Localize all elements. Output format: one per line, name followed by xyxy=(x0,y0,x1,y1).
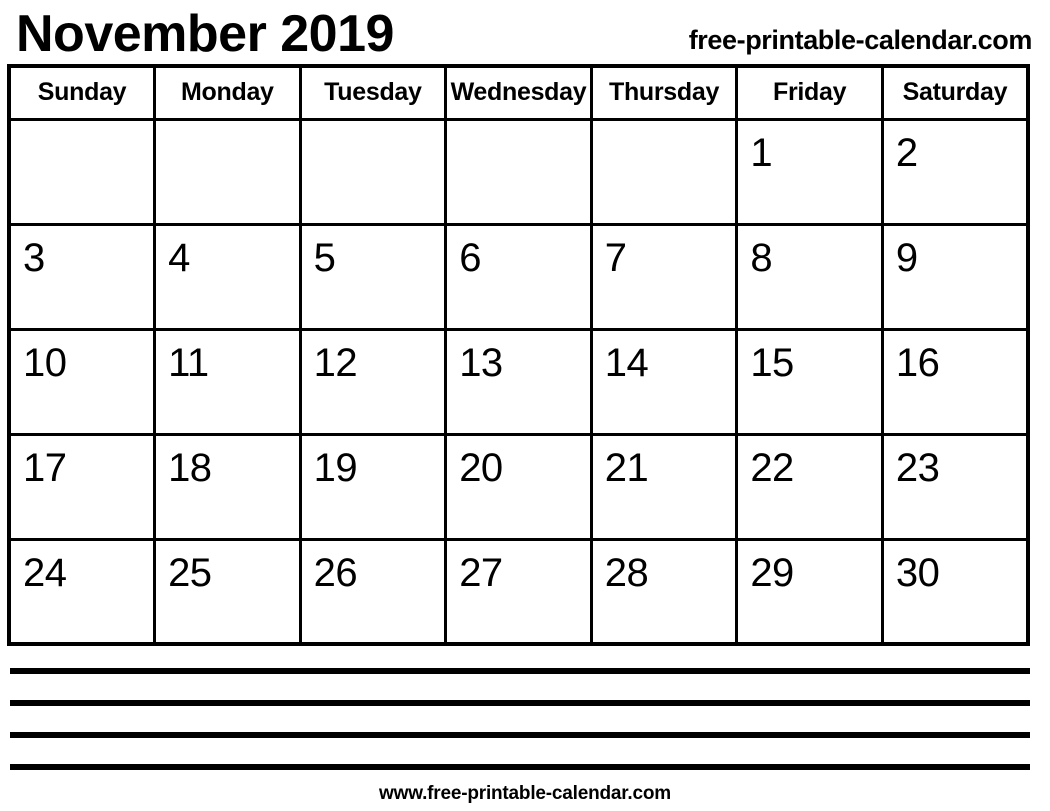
calendar-page: November 2019 free-printable-calendar.co… xyxy=(0,0,1050,811)
day-number: 14 xyxy=(604,340,649,385)
calendar-grid-wrapper: Sunday Monday Tuesday Wednesday Thursday… xyxy=(0,64,1050,646)
day-cell[interactable]: 30 xyxy=(880,537,1030,646)
day-number: 10 xyxy=(23,340,67,385)
note-line xyxy=(10,764,1030,770)
day-number: 16 xyxy=(895,340,940,385)
day-number: 18 xyxy=(168,445,212,490)
day-number: 30 xyxy=(895,550,940,595)
notes-area xyxy=(0,646,1050,770)
day-number: 28 xyxy=(604,550,649,595)
day-number: 21 xyxy=(604,445,649,490)
day-number: 15 xyxy=(750,340,794,385)
day-cell[interactable] xyxy=(153,117,302,226)
day-number: 2 xyxy=(895,130,918,175)
day-cell[interactable]: 13 xyxy=(444,327,593,436)
page-header: November 2019 free-printable-calendar.co… xyxy=(0,0,1050,64)
day-number: 9 xyxy=(895,235,918,280)
day-cell[interactable] xyxy=(7,117,157,226)
day-number: 20 xyxy=(459,445,503,490)
day-number: 26 xyxy=(313,550,358,595)
day-cell[interactable] xyxy=(444,117,593,226)
day-cell[interactable]: 29 xyxy=(735,537,884,646)
day-number: 24 xyxy=(23,550,67,595)
weekday-header-monday: Monday xyxy=(153,64,302,121)
day-cell[interactable]: 3 xyxy=(7,222,157,331)
day-number: 11 xyxy=(168,340,209,385)
day-number: 17 xyxy=(23,445,67,490)
day-cell[interactable]: 7 xyxy=(589,222,739,331)
weekday-header-thursday: Thursday xyxy=(589,64,739,121)
day-number: 4 xyxy=(168,235,190,280)
day-number: 6 xyxy=(459,235,481,280)
calendar-week-row: 1 2 xyxy=(7,117,1030,226)
day-cell[interactable] xyxy=(298,117,448,226)
day-cell[interactable]: 20 xyxy=(444,432,593,541)
note-line xyxy=(10,700,1030,706)
day-cell[interactable]: 10 xyxy=(7,327,157,436)
day-number: 12 xyxy=(313,340,358,385)
day-cell[interactable]: 15 xyxy=(735,327,884,436)
day-cell[interactable]: 19 xyxy=(298,432,448,541)
day-cell[interactable]: 6 xyxy=(444,222,593,331)
day-cell[interactable]: 1 xyxy=(735,117,884,226)
day-cell[interactable]: 17 xyxy=(7,432,157,541)
day-number: 22 xyxy=(750,445,794,490)
day-cell[interactable]: 24 xyxy=(7,537,157,646)
day-cell[interactable]: 14 xyxy=(589,327,739,436)
calendar-week-row: 3 4 5 6 7 8 9 xyxy=(7,222,1030,331)
calendar-body: 1 2 3 4 5 6 7 8 9 10 11 12 13 14 15 16 1… xyxy=(7,117,1030,646)
header-site-url: free-printable-calendar.com xyxy=(688,25,1033,55)
day-cell[interactable]: 25 xyxy=(153,537,302,646)
day-number: 29 xyxy=(750,550,794,595)
day-cell[interactable]: 9 xyxy=(880,222,1030,331)
day-cell[interactable]: 12 xyxy=(298,327,448,436)
day-cell[interactable]: 4 xyxy=(153,222,302,331)
weekday-header-row: Sunday Monday Tuesday Wednesday Thursday… xyxy=(7,64,1030,121)
day-number: 5 xyxy=(313,235,336,280)
day-cell[interactable]: 5 xyxy=(298,222,448,331)
day-number: 8 xyxy=(750,235,773,280)
day-cell[interactable]: 11 xyxy=(153,327,302,436)
page-title: November 2019 xyxy=(16,5,394,63)
day-cell[interactable]: 22 xyxy=(735,432,884,541)
day-cell[interactable]: 26 xyxy=(298,537,448,646)
day-cell[interactable]: 8 xyxy=(735,222,884,331)
footer-site-url: www.free-printable-calendar.com xyxy=(379,783,671,804)
day-cell[interactable]: 18 xyxy=(153,432,302,541)
calendar-header-row-group: Sunday Monday Tuesday Wednesday Thursday… xyxy=(7,64,1030,121)
day-number: 27 xyxy=(459,550,503,595)
day-cell[interactable]: 21 xyxy=(589,432,739,541)
day-number: 7 xyxy=(604,235,627,280)
day-cell[interactable]: 28 xyxy=(589,537,739,646)
day-number: 23 xyxy=(895,445,940,490)
day-cell[interactable]: 27 xyxy=(444,537,593,646)
day-cell[interactable]: 2 xyxy=(880,117,1030,226)
calendar-week-row: 10 11 12 13 14 15 16 xyxy=(7,327,1030,436)
day-number: 25 xyxy=(168,550,212,595)
day-cell[interactable]: 16 xyxy=(880,327,1030,436)
weekday-header-saturday: Saturday xyxy=(880,64,1030,121)
note-line xyxy=(10,732,1030,738)
weekday-header-tuesday: Tuesday xyxy=(298,64,448,121)
weekday-header-wednesday: Wednesday xyxy=(444,64,593,121)
calendar-week-row: 17 18 19 20 21 22 23 xyxy=(7,432,1030,541)
day-number: 3 xyxy=(23,235,45,280)
note-line xyxy=(10,668,1030,674)
weekday-header-friday: Friday xyxy=(735,64,884,121)
calendar-table: Sunday Monday Tuesday Wednesday Thursday… xyxy=(7,64,1030,646)
weekday-header-sunday: Sunday xyxy=(7,64,157,121)
day-cell[interactable]: 23 xyxy=(880,432,1030,541)
day-number: 13 xyxy=(459,340,503,385)
day-number: 1 xyxy=(750,130,773,175)
day-cell[interactable] xyxy=(589,117,739,226)
day-number: 19 xyxy=(313,445,358,490)
calendar-week-row: 24 25 26 27 28 29 30 xyxy=(7,537,1030,646)
